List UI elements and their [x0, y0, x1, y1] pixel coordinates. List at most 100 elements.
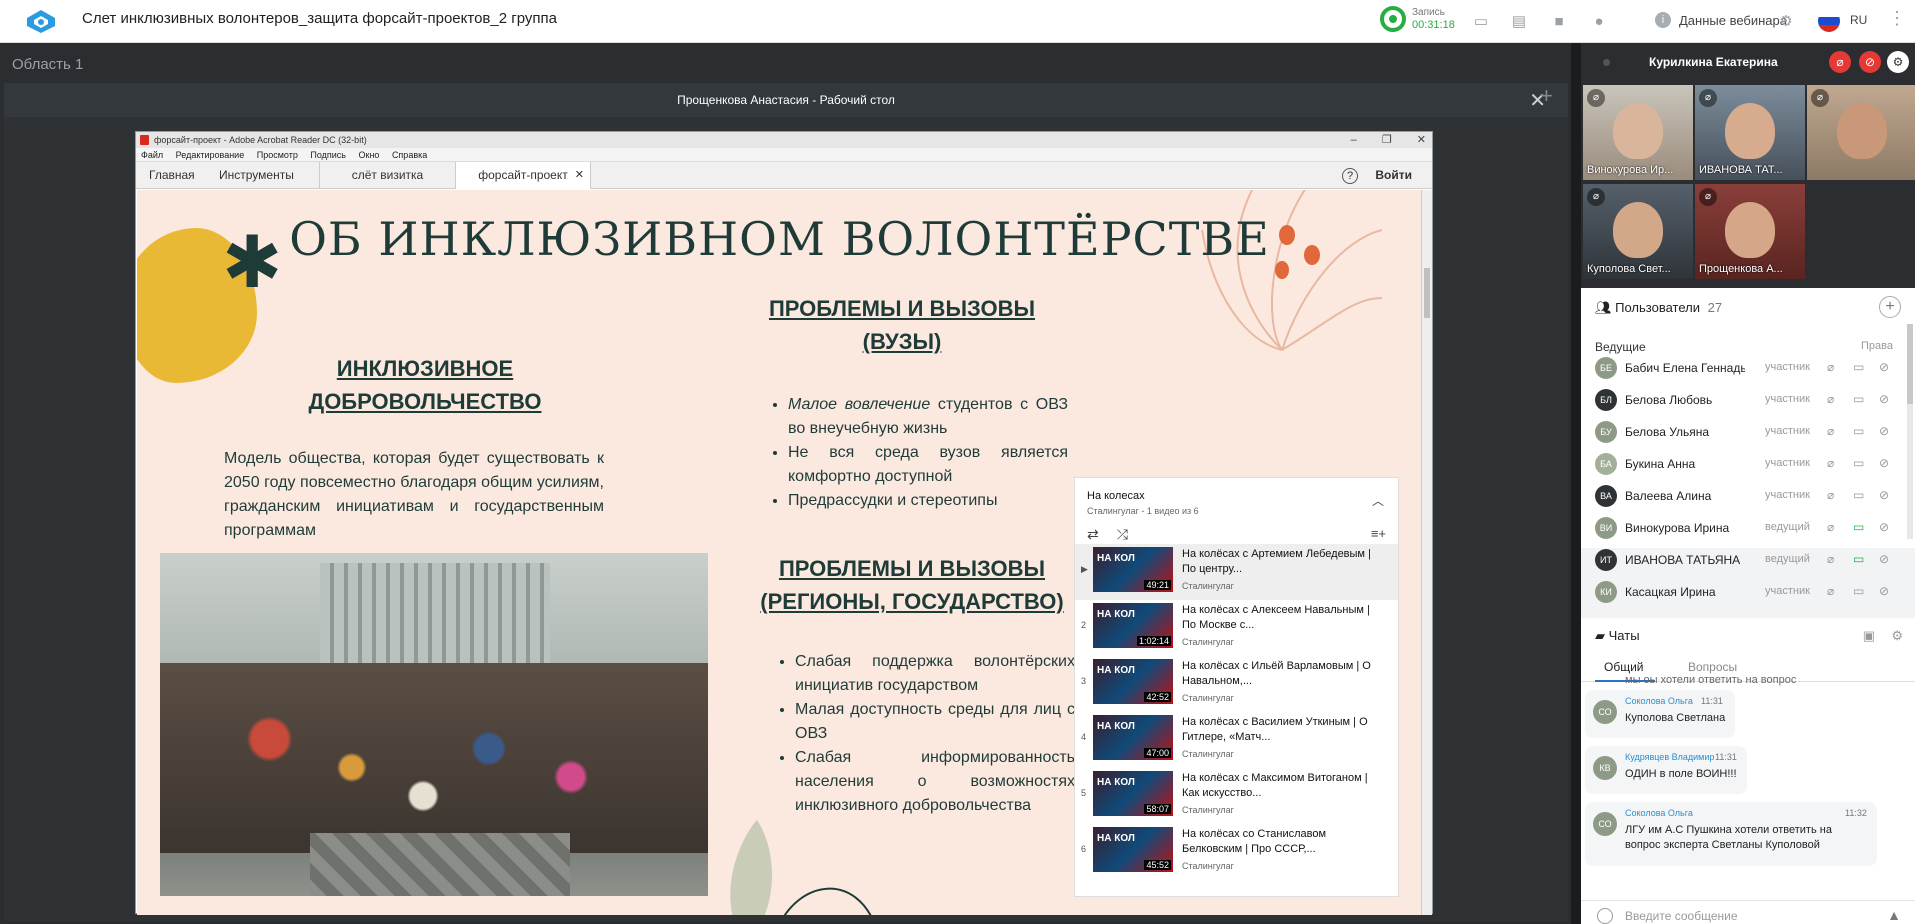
- camera-icon[interactable]: ▭: [1853, 520, 1864, 534]
- video-tile[interactable]: ⌀ Прощенкова А...: [1695, 184, 1805, 279]
- screen-share-off-icon[interactable]: ⊘: [1879, 360, 1889, 374]
- playlist-item[interactable]: 4 НА КОЛ 47:00 На колёсах с Василием Утки…: [1075, 712, 1398, 768]
- tab-chat-questions[interactable]: Вопросы: [1688, 660, 1737, 674]
- user-row[interactable]: БА Букина Анна участник ⌀ ▭ ⊘: [1581, 450, 1901, 480]
- playlist-item[interactable]: ▶ НА КОЛ 49:21 На колёсах с Артемием Лебе…: [1075, 544, 1398, 600]
- russia-flag-icon[interactable]: [1818, 10, 1840, 32]
- tab-tools[interactable]: Инструменты: [219, 162, 294, 189]
- menu-sign[interactable]: Подпись: [310, 150, 346, 160]
- camera-icon[interactable]: ▭: [1853, 392, 1864, 406]
- chevron-up-icon[interactable]: ︿: [1372, 492, 1384, 509]
- app-logo-icon[interactable]: [24, 8, 58, 34]
- camera-off-icon[interactable]: ⊘: [1859, 51, 1881, 73]
- help-icon[interactable]: ?: [1342, 168, 1358, 184]
- tab-home[interactable]: Главная: [149, 162, 195, 189]
- minimize-icon[interactable]: –: [1351, 134, 1357, 146]
- user-row[interactable]: БЕ Бабич Елена Геннадь... участник ⌀ ▭ ⊘: [1581, 354, 1901, 384]
- user-settings-icon[interactable]: ●: [1588, 10, 1610, 32]
- user-row[interactable]: БЛ Белова Любовь участник ⌀ ▭ ⊘: [1581, 386, 1901, 416]
- language-label[interactable]: RU: [1850, 13, 1867, 27]
- chat-export-icon[interactable]: ▣: [1863, 628, 1875, 644]
- more-menu-icon[interactable]: ⋮: [1888, 8, 1906, 29]
- user-row[interactable]: ВА Валеева Алина участник ⌀ ▭ ⊘: [1581, 482, 1901, 512]
- playlist-item[interactable]: 3 НА КОЛ 42:52 На колёсах с Ильёй Варламо…: [1075, 656, 1398, 712]
- tab-chat-all[interactable]: Общий: [1604, 660, 1644, 674]
- screen-share-off-icon[interactable]: ⊘: [1879, 456, 1889, 470]
- user-row[interactable]: ИТ ИВАНОВА ТАТЬЯНА ведущий ⌀ ▭ ⊘: [1581, 546, 1901, 576]
- message-author[interactable]: Соколова Ольга: [1625, 808, 1693, 818]
- avatar: ВА: [1595, 485, 1617, 507]
- camera-icon[interactable]: ▭: [1853, 584, 1864, 598]
- menu-view[interactable]: Просмотр: [257, 150, 298, 160]
- tab-document-visit[interactable]: слёт визитка: [319, 162, 456, 189]
- menu-window[interactable]: Окно: [359, 150, 380, 160]
- message-author[interactable]: Соколова Ольга: [1625, 696, 1693, 706]
- camera-icon[interactable]: ▭: [1853, 360, 1864, 374]
- pdf-scrollbar[interactable]: [1421, 190, 1432, 915]
- gear-icon[interactable]: ⚙: [1775, 10, 1797, 32]
- camera-icon[interactable]: ▭: [1853, 424, 1864, 438]
- user-name: Букина Анна: [1625, 457, 1696, 471]
- shuffle-icon[interactable]: ⤮: [1117, 526, 1128, 542]
- camera-icon[interactable]: ▭: [1853, 552, 1864, 566]
- video-tile[interactable]: ⌀: [1807, 85, 1915, 180]
- webinar-data-button[interactable]: i Данные вебинара: [1655, 12, 1787, 28]
- screen-share-off-icon[interactable]: ⊘: [1879, 488, 1889, 502]
- screen-share-off-icon[interactable]: ⊘: [1879, 520, 1889, 534]
- menu-help[interactable]: Справка: [392, 150, 427, 160]
- folder-icon[interactable]: ■: [1548, 10, 1570, 32]
- mic-off-icon[interactable]: ⌀: [1827, 584, 1834, 598]
- user-row[interactable]: КИ Касацкая Ирина участник ⌀ ▭ ⊘: [1581, 578, 1901, 608]
- menu-edit[interactable]: Редактирование: [176, 150, 245, 160]
- webinar-title: Слет инклюзивных волонтеров_защита форса…: [82, 10, 557, 27]
- panel-divider[interactable]: [1571, 43, 1581, 924]
- add-area-icon[interactable]: +: [1540, 83, 1553, 109]
- camera-icon[interactable]: ▭: [1853, 488, 1864, 502]
- mic-off-icon[interactable]: ⌀: [1827, 392, 1834, 406]
- recording-indicator[interactable]: Запись 00:31:18: [1380, 6, 1455, 32]
- menu-file[interactable]: Файл: [141, 150, 163, 160]
- user-row[interactable]: ВИ Винокурова Ирина ведущий ⌀ ▭ ⊘: [1581, 514, 1901, 544]
- message-author[interactable]: Кудрявцев Владимир: [1625, 752, 1714, 762]
- send-icon[interactable]: ▲: [1887, 907, 1901, 923]
- emoji-icon[interactable]: [1597, 908, 1613, 924]
- screen-share-off-icon[interactable]: ⊘: [1879, 392, 1889, 406]
- participant-face: [1837, 103, 1887, 159]
- add-to-playlist-icon[interactable]: ≡+: [1371, 526, 1386, 541]
- video-tile[interactable]: ⌀ Винокурова Ир...: [1583, 85, 1693, 180]
- mic-off-icon[interactable]: ⌀: [1827, 520, 1834, 534]
- window-close-icon[interactable]: ✕: [1417, 134, 1426, 146]
- login-button[interactable]: Войти: [1375, 162, 1412, 189]
- mic-off-icon[interactable]: ⌀: [1827, 424, 1834, 438]
- screen-share-off-icon[interactable]: ⊘: [1879, 584, 1889, 598]
- mic-off-icon[interactable]: ⌀: [1829, 51, 1851, 73]
- playlist-item[interactable]: 6 НА КОЛ 45:52 На колёсах со Станиславом …: [1075, 824, 1398, 880]
- mic-off-icon[interactable]: ⌀: [1827, 360, 1834, 374]
- add-user-button[interactable]: +: [1879, 296, 1901, 318]
- rights-label[interactable]: Права: [1861, 340, 1893, 352]
- gear-icon[interactable]: ⚙: [1891, 628, 1903, 644]
- mic-off-icon[interactable]: ⌀: [1827, 488, 1834, 502]
- document-icon[interactable]: ▤: [1508, 10, 1530, 32]
- tab-document-foresight[interactable]: форсайт-проект ✕: [456, 162, 591, 189]
- repeat-icon[interactable]: ⇄: [1087, 526, 1099, 542]
- mic-off-icon[interactable]: ⌀: [1827, 456, 1834, 470]
- message-time: 11:31: [1715, 752, 1737, 762]
- screen-share-icon[interactable]: ▭: [1470, 10, 1492, 32]
- video-tile[interactable]: ⌀ Куполова Свет...: [1583, 184, 1693, 279]
- gear-icon[interactable]: ⚙: [1887, 51, 1909, 73]
- camera-icon[interactable]: ▭: [1853, 456, 1864, 470]
- playlist-item[interactable]: 2 НА КОЛ 1:02:14 На колёсах с Алексеем На…: [1075, 600, 1398, 656]
- screen-share-off-icon[interactable]: ⊘: [1879, 424, 1889, 438]
- playlist-title[interactable]: На колесах: [1087, 490, 1145, 502]
- mic-off-icon[interactable]: ⌀: [1827, 552, 1834, 566]
- playlist-item[interactable]: 5 НА КОЛ 58:07 На колёсах с Максимом Вито…: [1075, 768, 1398, 824]
- tab-close-icon[interactable]: ✕: [575, 162, 584, 189]
- acrobat-window: форсайт-проект - Adobe Acrobat Reader DC…: [135, 131, 1433, 915]
- video-tile[interactable]: ⌀ ИВАНОВА ТАТ...: [1695, 85, 1805, 180]
- screen-share-off-icon[interactable]: ⊘: [1879, 552, 1889, 566]
- users-scrollbar[interactable]: [1907, 324, 1913, 539]
- restore-icon[interactable]: ❐: [1382, 134, 1392, 146]
- message-input[interactable]: Введите сообщение: [1625, 909, 1738, 923]
- user-row[interactable]: БУ Белова Ульяна участник ⌀ ▭ ⊘: [1581, 418, 1901, 448]
